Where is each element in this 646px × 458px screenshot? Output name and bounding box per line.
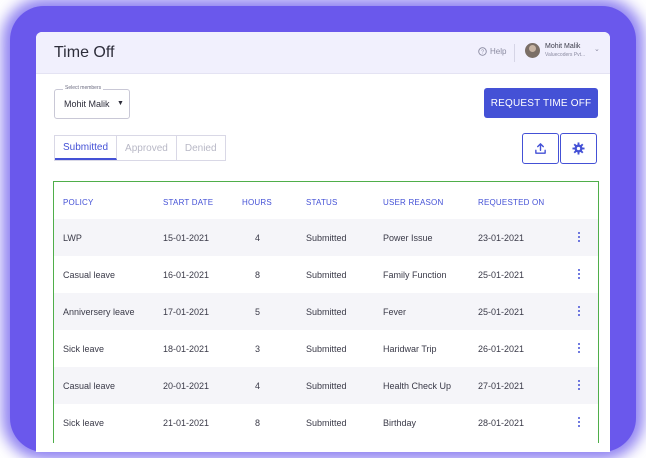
cell-hours: 4 [255,233,261,243]
column-header-hours[interactable]: HOURS [242,198,272,207]
more-vertical-icon[interactable] [574,378,584,392]
cell-status: Submitted [306,381,347,391]
column-header-start-date[interactable]: START DATE [163,198,213,207]
cell-hours: 4 [255,381,261,391]
table-row[interactable]: Anniversery leave 17-01-2021 5 Submitted… [54,293,598,330]
table-row[interactable]: Casual leave 20-01-2021 4 Submitted Heal… [54,367,598,404]
gear-icon [572,142,585,155]
more-vertical-icon[interactable] [574,341,584,355]
cell-requested-on: 25-01-2021 [478,270,525,280]
cell-start-date: 16-01-2021 [163,270,210,280]
caret-down-icon: ▼ [117,100,124,107]
table-header: POLICY START DATE HOURS STATUS USER REAS… [54,182,598,219]
cell-policy: Casual leave [63,270,116,280]
member-select-label: Select members [63,85,104,91]
cell-requested-on: 25-01-2021 [478,307,525,317]
time-off-table: POLICY START DATE HOURS STATUS USER REAS… [53,181,599,443]
tab-denied[interactable]: Denied [177,136,225,160]
more-vertical-icon[interactable] [574,415,584,429]
app-header: Time Off ? Help Mohit Malik Valuecoders … [36,32,610,74]
cell-policy: Sick leave [63,344,105,354]
page-title: Time Off [54,44,115,61]
upload-icon [535,143,546,154]
more-vertical-icon[interactable] [574,304,584,318]
app-window: Time Off ? Help Mohit Malik Valuecoders … [36,32,610,452]
cell-hours: 8 [255,418,261,428]
request-time-off-button[interactable]: REQUEST TIME OFF [484,88,598,118]
cell-user-reason: Family Function [383,270,447,280]
status-tabs: Submitted Approved Denied [54,135,226,161]
settings-button[interactable] [560,133,597,164]
table-row[interactable]: Sick leave 21-01-2021 8 Submitted Birthd… [54,404,598,441]
more-vertical-icon[interactable] [574,230,584,244]
member-select[interactable]: Select members Mohit Malik ▼ [54,85,130,119]
cell-user-reason: Power Issue [383,233,433,243]
cell-start-date: 17-01-2021 [163,307,210,317]
help-label: Help [490,47,507,56]
cell-hours: 8 [255,270,261,280]
cell-user-reason: Birthday [383,418,417,428]
tab-submitted[interactable]: Submitted [55,136,118,160]
cell-hours: 5 [255,307,261,317]
cell-start-date: 20-01-2021 [163,381,210,391]
cell-requested-on: 28-01-2021 [478,418,525,428]
header-divider [514,44,515,62]
cell-start-date: 18-01-2021 [163,344,210,354]
screenshot-stage: Time Off ? Help Mohit Malik Valuecoders … [0,0,646,458]
chevron-down-icon[interactable]: ⌄ [594,45,600,53]
table-row[interactable]: Casual leave 16-01-2021 8 Submitted Fami… [54,256,598,293]
svg-text:?: ? [481,50,484,56]
cell-policy: LWP [63,233,82,243]
cell-user-reason: Haridwar Trip [383,344,437,354]
export-button[interactable] [522,133,559,164]
member-select-value: Mohit Malik [64,99,110,109]
cell-hours: 3 [255,344,261,354]
cell-requested-on: 23-01-2021 [478,233,525,243]
cell-status: Submitted [306,233,347,243]
user-name[interactable]: Mohit Malik [545,43,580,50]
column-header-policy[interactable]: POLICY [63,198,94,207]
cell-user-reason: Health Check Up [383,381,452,391]
avatar[interactable] [525,43,540,58]
user-organization: Valuecoders Pvt... [545,52,586,58]
column-header-requested-on[interactable]: REQUESTED ON [478,198,544,207]
help-link[interactable]: ? Help [478,47,506,56]
table-row[interactable]: LWP 15-01-2021 4 Submitted Power Issue 2… [54,219,598,256]
tab-approved[interactable]: Approved [117,136,177,160]
cell-policy: Casual leave [63,381,116,391]
cell-status: Submitted [306,418,347,428]
cell-user-reason: Fever [383,307,407,317]
cell-requested-on: 27-01-2021 [478,381,525,391]
cell-requested-on: 26-01-2021 [478,344,525,354]
more-vertical-icon[interactable] [574,267,584,281]
cell-status: Submitted [306,270,347,280]
column-header-status[interactable]: STATUS [306,198,338,207]
cell-start-date: 15-01-2021 [163,233,210,243]
column-header-user-reason[interactable]: USER REASON [383,198,443,207]
cell-policy: Anniversery leave [63,307,135,317]
cell-status: Submitted [306,344,347,354]
cell-start-date: 21-01-2021 [163,418,210,428]
cell-status: Submitted [306,307,347,317]
table-row[interactable]: Sick leave 18-01-2021 3 Submitted Haridw… [54,330,598,367]
cell-policy: Sick leave [63,418,105,428]
help-icon: ? [478,47,487,56]
